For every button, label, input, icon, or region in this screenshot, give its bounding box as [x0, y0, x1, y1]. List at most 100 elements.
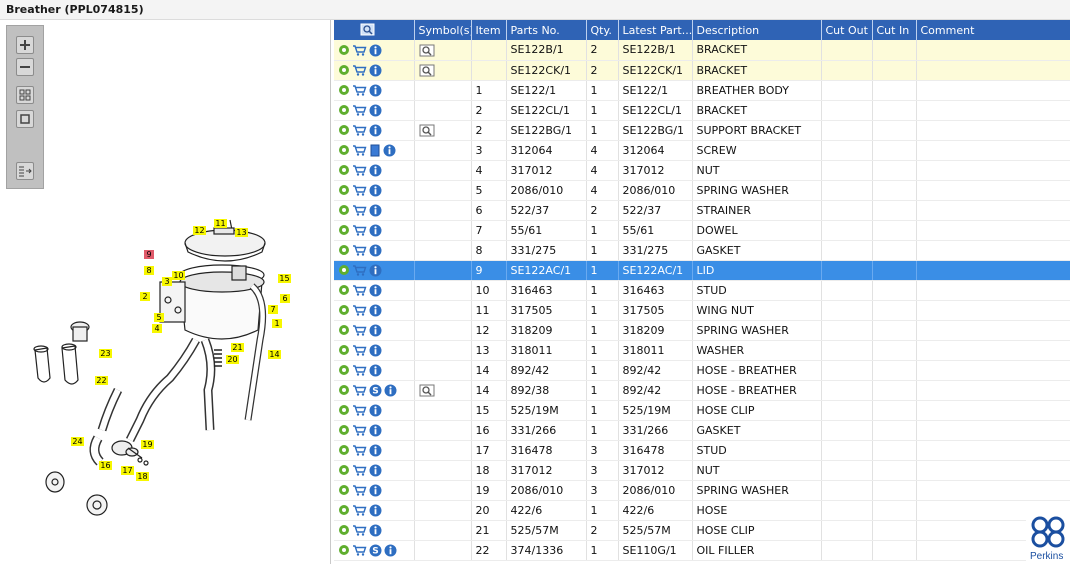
info-icon[interactable]: [369, 464, 382, 477]
cell-parts-no[interactable]: 317012: [506, 460, 587, 481]
table-row[interactable]: 18 317012 3 317012 NUT: [334, 460, 1070, 481]
cart-icon[interactable]: [352, 304, 367, 316]
cell-parts-no[interactable]: SE122/1: [506, 80, 587, 101]
cell-parts-no[interactable]: SE122BG/1: [506, 120, 587, 141]
callout-9[interactable]: 9: [144, 250, 154, 259]
info-icon[interactable]: [369, 424, 382, 437]
cart-icon[interactable]: [352, 424, 367, 436]
table-row[interactable]: SE122CK/1 2 SE122CK/1 BRACKET: [334, 60, 1070, 81]
column-header-description[interactable]: Description: [692, 20, 822, 40]
view-diagram-icon[interactable]: [419, 124, 436, 137]
cell-symbols[interactable]: [414, 540, 472, 561]
cell-symbols[interactable]: [414, 60, 472, 81]
cell-symbols[interactable]: [414, 340, 472, 361]
gear-icon[interactable]: [338, 404, 350, 416]
info-icon[interactable]: [369, 444, 382, 457]
cell-latest-part[interactable]: 331/266: [618, 420, 693, 441]
cell-latest-part[interactable]: 316478: [618, 440, 693, 461]
cell-parts-no[interactable]: 2086/010: [506, 180, 587, 201]
row-actions[interactable]: [334, 360, 415, 381]
cell-symbols[interactable]: [414, 140, 472, 161]
callout-12[interactable]: 12: [193, 226, 206, 235]
cell-latest-part[interactable]: SE122/1: [618, 80, 693, 101]
info-icon[interactable]: [369, 484, 382, 497]
cell-latest-part[interactable]: 892/42: [618, 360, 693, 381]
cell-symbols[interactable]: [414, 500, 472, 521]
zoom-out-button[interactable]: [16, 58, 34, 76]
cell-parts-no[interactable]: 374/1336: [506, 540, 587, 561]
info-icon[interactable]: [369, 404, 382, 417]
cell-latest-part[interactable]: 892/42: [618, 380, 693, 401]
view-diagram-icon[interactable]: [419, 44, 436, 57]
row-actions[interactable]: [334, 240, 415, 261]
table-row[interactable]: 6 522/37 2 522/37 STRAINER: [334, 200, 1070, 221]
cell-parts-no[interactable]: 55/61: [506, 220, 587, 241]
callout-21[interactable]: 21: [231, 343, 244, 352]
parts-list[interactable]: Symbol(s) Item Parts No. Qty. Latest Par…: [334, 20, 1070, 564]
gear-icon[interactable]: [338, 384, 350, 396]
gear-icon[interactable]: [338, 524, 350, 536]
view-diagram-icon[interactable]: [419, 64, 436, 77]
gear-icon[interactable]: [338, 544, 350, 556]
callout-8[interactable]: 8: [144, 266, 154, 275]
table-row[interactable]: 10 316463 1 316463 STUD: [334, 280, 1070, 301]
row-actions[interactable]: S: [334, 380, 415, 401]
table-row[interactable]: 14 892/42 1 892/42 HOSE - BREATHER: [334, 360, 1070, 381]
cell-parts-no[interactable]: 525/19M: [506, 400, 587, 421]
cell-latest-part[interactable]: 331/275: [618, 240, 693, 261]
cell-latest-part[interactable]: SE122BG/1: [618, 120, 693, 141]
row-actions[interactable]: [334, 140, 415, 161]
table-row[interactable]: 19 2086/010 3 2086/010 SPRING WASHER: [334, 480, 1070, 501]
row-actions[interactable]: [334, 400, 415, 421]
info-icon[interactable]: [369, 64, 382, 77]
cell-parts-no[interactable]: SE122AC/1: [506, 260, 587, 281]
callout-15[interactable]: 15: [278, 274, 291, 283]
info-icon[interactable]: [369, 124, 382, 137]
cart-icon[interactable]: [352, 364, 367, 376]
table-row[interactable]: 2 SE122CL/1 1 SE122CL/1 BRACKET: [334, 100, 1070, 121]
cell-latest-part[interactable]: SE122B/1: [618, 40, 693, 61]
exploded-parts-diagram[interactable]: 1 2 3 4 5 6 7 8 9 10 11 12 13 14 15 16 1…: [0, 190, 330, 520]
info-icon[interactable]: [369, 84, 382, 97]
column-header-cut-in[interactable]: Cut In: [872, 20, 917, 40]
cell-symbols[interactable]: [414, 400, 472, 421]
info-icon[interactable]: [369, 184, 382, 197]
column-header-item[interactable]: Item: [471, 20, 507, 40]
gear-icon[interactable]: [338, 504, 350, 516]
info-icon[interactable]: [369, 344, 382, 357]
cell-latest-part[interactable]: 318011: [618, 340, 693, 361]
cell-parts-no[interactable]: 316478: [506, 440, 587, 461]
info-icon[interactable]: [369, 324, 382, 337]
cell-parts-no[interactable]: 317012: [506, 160, 587, 181]
cell-parts-no[interactable]: 331/266: [506, 420, 587, 441]
gear-icon[interactable]: [338, 44, 350, 56]
cell-symbols[interactable]: [414, 40, 472, 61]
cell-symbols[interactable]: [414, 200, 472, 221]
cell-symbols[interactable]: [414, 320, 472, 341]
table-row[interactable]: 5 2086/010 4 2086/010 SPRING WASHER: [334, 180, 1070, 201]
table-row[interactable]: 9 SE122AC/1 1 SE122AC/1 LID: [334, 260, 1070, 281]
callout-24[interactable]: 24: [71, 437, 84, 446]
cell-parts-no[interactable]: 522/37: [506, 200, 587, 221]
cell-latest-part[interactable]: 318209: [618, 320, 693, 341]
row-actions[interactable]: S: [334, 540, 415, 561]
callout-17[interactable]: 17: [121, 466, 134, 475]
gear-icon[interactable]: [338, 284, 350, 296]
column-header-comment[interactable]: Comment: [916, 20, 1070, 40]
table-row[interactable]: 11 317505 1 317505 WING NUT: [334, 300, 1070, 321]
cart-icon[interactable]: [352, 504, 367, 516]
cell-latest-part[interactable]: 312064: [618, 140, 693, 161]
row-actions[interactable]: [334, 320, 415, 341]
gear-icon[interactable]: [338, 84, 350, 96]
cart-icon[interactable]: [352, 344, 367, 356]
cart-icon[interactable]: [352, 144, 367, 156]
cell-symbols[interactable]: [414, 100, 472, 121]
callout-3[interactable]: 3: [162, 277, 172, 286]
cart-icon[interactable]: [352, 124, 367, 136]
cell-symbols[interactable]: [414, 300, 472, 321]
column-header-qty[interactable]: Qty.: [586, 20, 619, 40]
cart-icon[interactable]: [352, 244, 367, 256]
row-actions[interactable]: [334, 200, 415, 221]
callout-2[interactable]: 2: [140, 292, 150, 301]
gear-icon[interactable]: [338, 164, 350, 176]
